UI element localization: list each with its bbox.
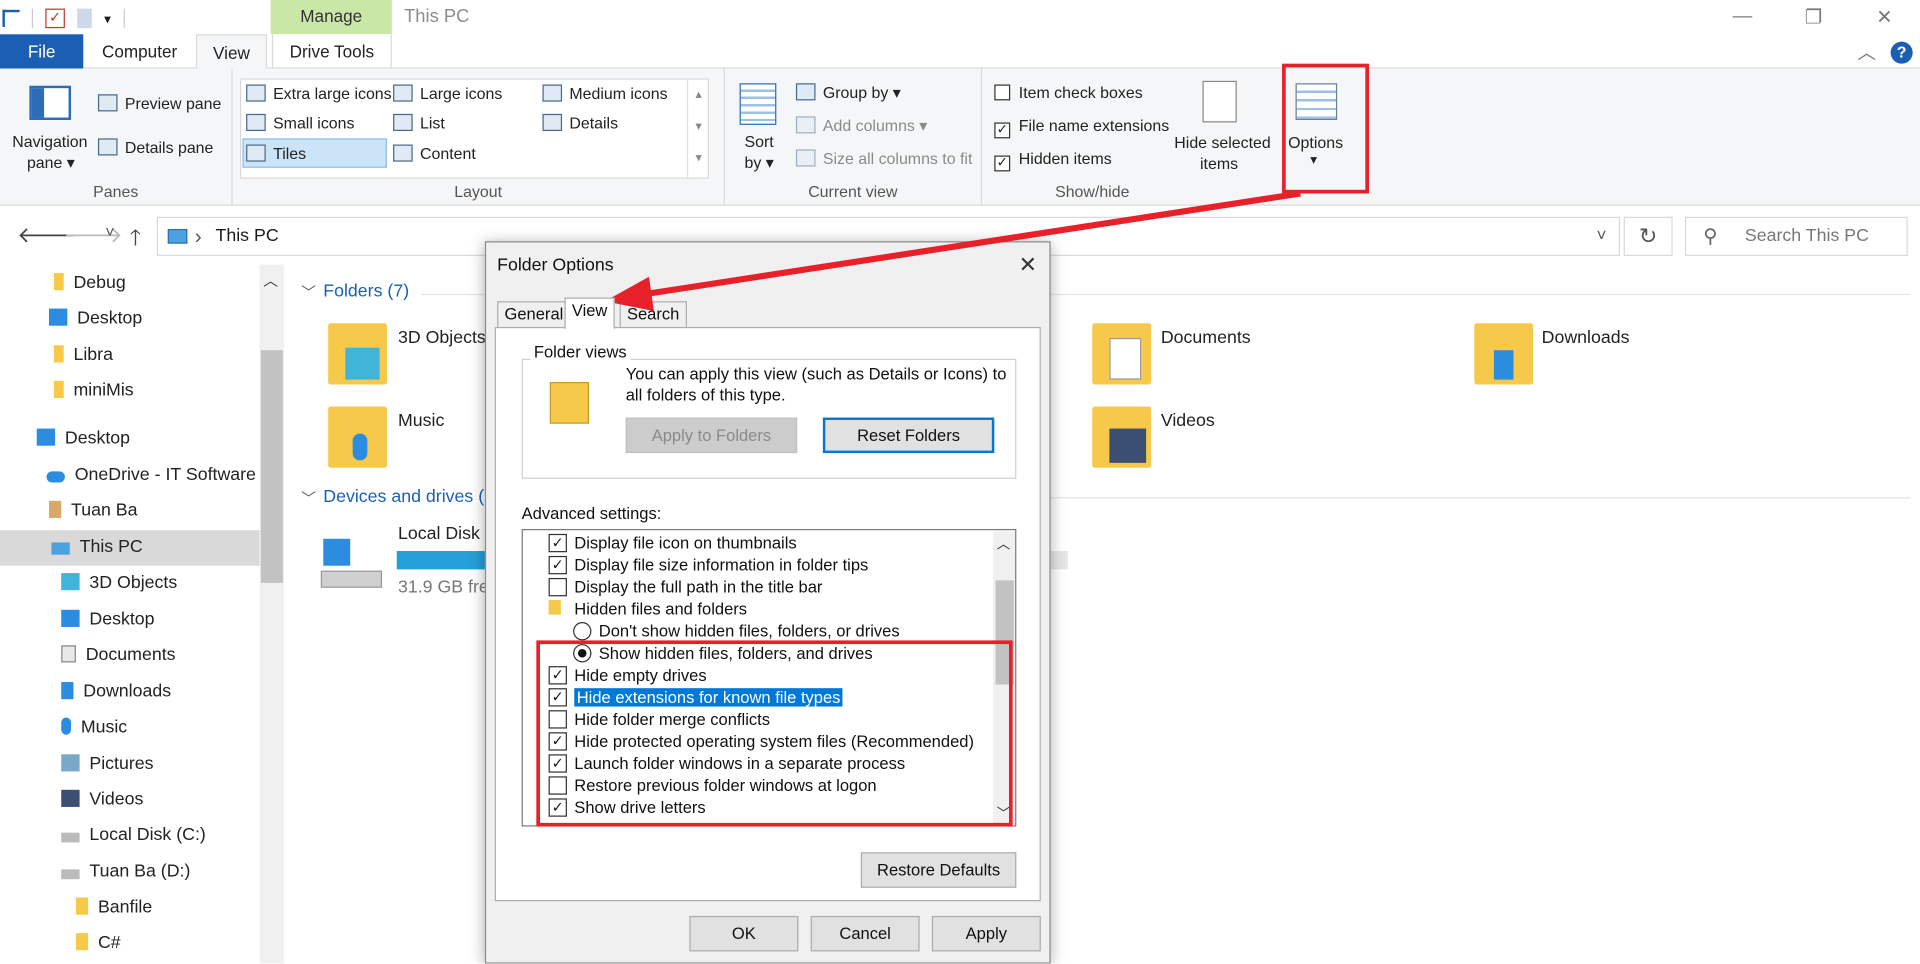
arrow-line <box>646 190 1301 297</box>
dialog-tab-view[interactable]: View <box>564 297 615 330</box>
annotation-arrow <box>604 190 1301 312</box>
